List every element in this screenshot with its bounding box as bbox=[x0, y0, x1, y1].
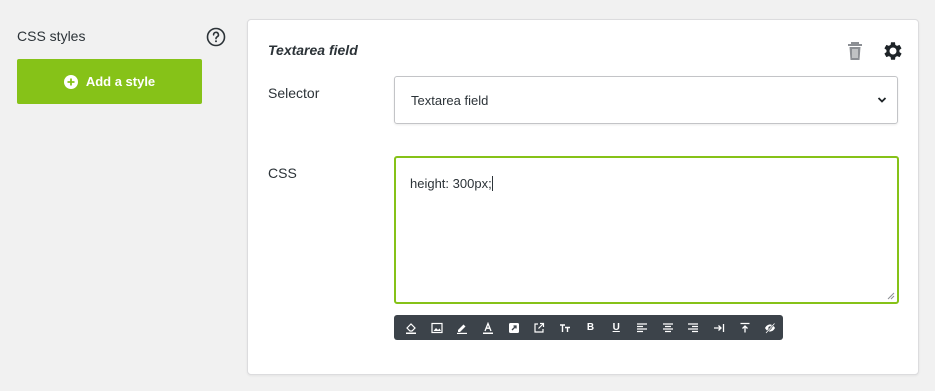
align-center-icon bbox=[662, 322, 673, 332]
hide-button[interactable] bbox=[757, 315, 783, 340]
bold-button[interactable]: B bbox=[578, 315, 604, 340]
fill-color-button[interactable] bbox=[398, 315, 424, 340]
css-textarea[interactable]: height: 300px; bbox=[394, 156, 899, 304]
external-link-icon bbox=[534, 322, 545, 333]
chevron-down-icon bbox=[877, 97, 887, 103]
link-square-button[interactable] bbox=[501, 315, 527, 340]
panel-title: Textarea field bbox=[268, 42, 358, 58]
trash-icon[interactable] bbox=[846, 41, 864, 61]
pen-icon bbox=[457, 324, 468, 334]
css-toolbar: B U bbox=[394, 315, 783, 340]
image-icon bbox=[430, 322, 443, 333]
add-style-button[interactable]: Add a style bbox=[17, 59, 202, 104]
font-size-button[interactable] bbox=[552, 315, 578, 340]
align-top-button[interactable] bbox=[732, 315, 758, 340]
align-center-button[interactable] bbox=[655, 315, 681, 340]
selector-select[interactable]: Textarea field bbox=[394, 76, 898, 124]
style-panel: Textarea field Selector Textarea field C… bbox=[247, 19, 919, 375]
underline-icon: U bbox=[612, 322, 620, 333]
text-color-icon bbox=[482, 321, 493, 334]
fill-color-icon bbox=[405, 322, 416, 334]
underline-button[interactable]: U bbox=[603, 315, 629, 340]
text-color-button[interactable] bbox=[475, 315, 501, 340]
external-link-button[interactable] bbox=[526, 315, 552, 340]
align-right-button[interactable] bbox=[680, 315, 706, 340]
selector-label: Selector bbox=[268, 85, 320, 101]
indent-button[interactable] bbox=[706, 315, 732, 340]
font-size-icon bbox=[559, 323, 570, 332]
add-style-label: Add a style bbox=[85, 74, 156, 89]
pen-button[interactable] bbox=[449, 315, 475, 340]
align-left-icon bbox=[636, 322, 647, 332]
indent-icon bbox=[713, 323, 725, 332]
align-top-icon bbox=[740, 322, 750, 332]
image-button[interactable] bbox=[424, 315, 450, 340]
text-caret bbox=[491, 176, 493, 191]
selector-value: Textarea field bbox=[411, 92, 489, 108]
align-left-button[interactable] bbox=[629, 315, 655, 340]
css-textarea-value: height: 300px; bbox=[410, 176, 492, 191]
resize-grip-icon[interactable] bbox=[887, 292, 895, 300]
css-label: CSS bbox=[268, 165, 297, 181]
bold-icon: B bbox=[586, 322, 595, 333]
gear-icon[interactable] bbox=[880, 39, 904, 63]
question-circle-icon[interactable] bbox=[206, 27, 226, 47]
plus-circle-icon bbox=[63, 74, 78, 89]
hide-icon bbox=[765, 322, 776, 334]
css-styles-heading: CSS styles bbox=[17, 28, 86, 44]
align-right-icon bbox=[688, 322, 699, 332]
link-square-icon bbox=[508, 322, 519, 333]
